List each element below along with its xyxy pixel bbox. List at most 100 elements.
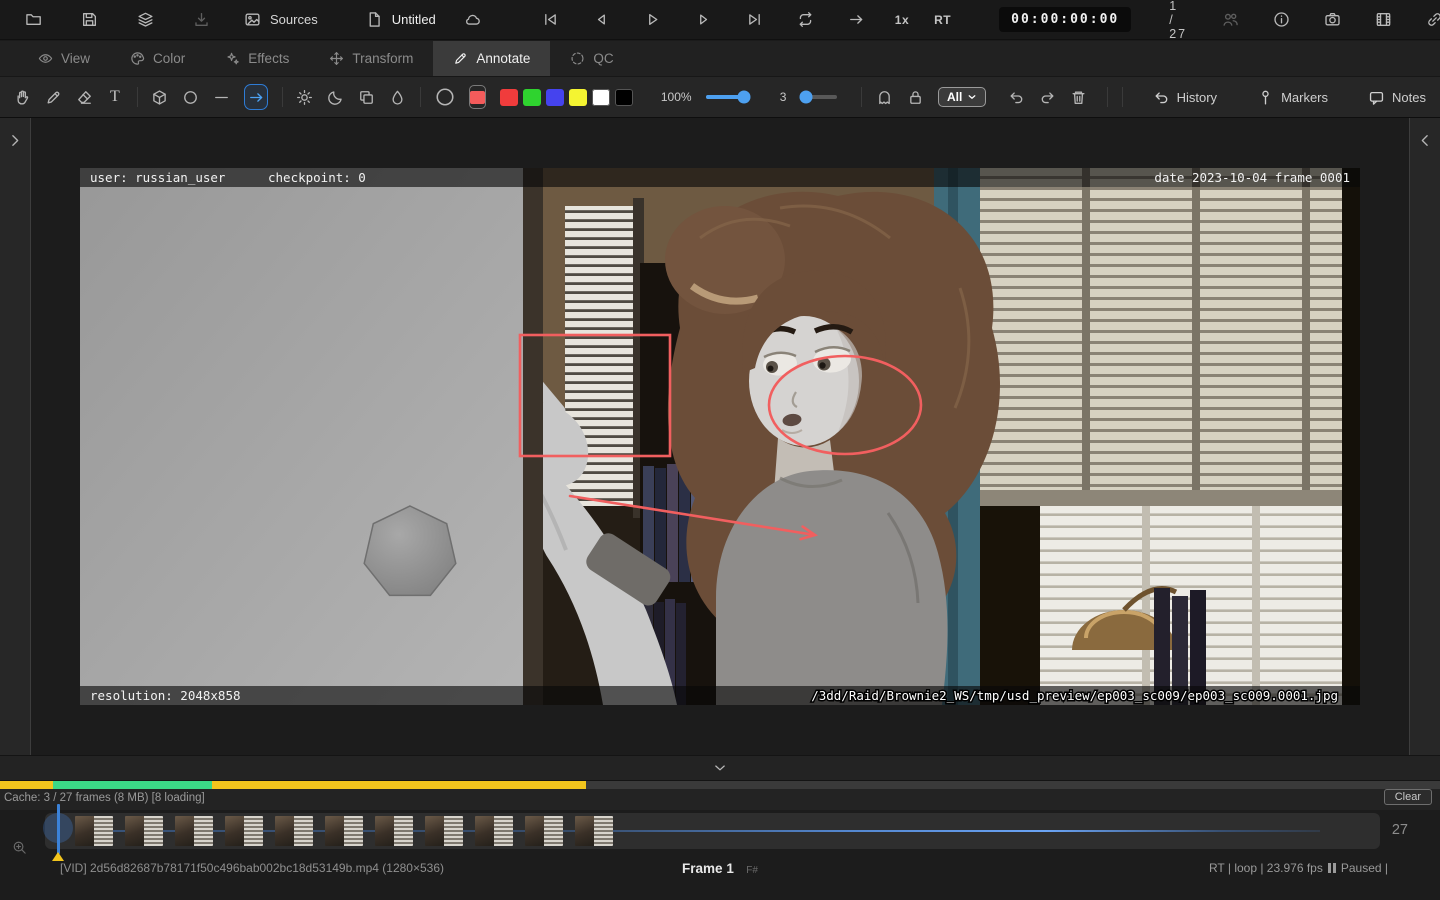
open-folder-button[interactable]	[20, 7, 46, 33]
tab-color[interactable]: Color	[110, 41, 205, 76]
color-swatch-2[interactable]	[545, 88, 564, 106]
notes-button[interactable]: Notes	[1368, 89, 1426, 106]
shape-tool-button[interactable]	[151, 85, 168, 109]
layers-button[interactable]	[132, 7, 158, 33]
selected-color-swatch[interactable]	[468, 85, 486, 109]
speed-indicator[interactable]: 1x	[895, 13, 909, 27]
timeline-thumbnail[interactable]	[425, 816, 463, 846]
chevron-left-icon[interactable]	[1417, 132, 1434, 149]
color-ring-button[interactable]	[435, 85, 455, 109]
timeline-thumbnail[interactable]	[375, 816, 413, 846]
brush-size-slider[interactable]	[799, 90, 838, 104]
playhead-flag[interactable]	[52, 852, 64, 861]
timeline-strip[interactable]	[45, 813, 1380, 849]
timeline-thumbnail[interactable]	[75, 816, 113, 846]
skip-start-icon	[545, 14, 557, 25]
tab-annotate[interactable]: Annotate	[433, 41, 551, 76]
eye-icon	[38, 54, 53, 63]
step-back-icon	[598, 14, 606, 25]
top-toolbar: Sources Untitled 1x RT 00:00:00:00 1 / 2…	[0, 0, 1440, 41]
color-swatch-1[interactable]	[522, 88, 541, 106]
text-tool-button[interactable]: T	[107, 85, 123, 109]
skip-to-end-button[interactable]	[742, 7, 768, 33]
skip-to-start-button[interactable]	[538, 7, 564, 33]
move-icon	[330, 52, 344, 65]
copy-icon	[360, 90, 374, 104]
timeline-thumbnail[interactable]	[575, 816, 613, 846]
opacity-label: 100%	[660, 90, 692, 104]
duplicate-button[interactable]	[358, 85, 375, 109]
timeline-thumbnail[interactable]	[275, 816, 313, 846]
paused-label: Paused |	[1340, 861, 1388, 875]
tab-effects[interactable]: Effects	[205, 41, 309, 76]
frame-counter: 1 / 27	[1169, 0, 1188, 41]
delete-annotation-button[interactable]	[1070, 85, 1087, 109]
loop-mode-button[interactable]	[793, 7, 819, 33]
markers-label: Markers	[1281, 89, 1329, 105]
divider	[861, 87, 862, 107]
divider	[136, 87, 138, 107]
arrow-tool-button[interactable]	[244, 84, 268, 110]
tab-transform[interactable]: Transform	[309, 41, 433, 76]
color-swatch-4[interactable]	[591, 88, 610, 106]
filmstrip-button[interactable]	[1370, 7, 1396, 33]
zoom-tool-icon[interactable]	[12, 840, 27, 855]
cloud-sync-button[interactable]	[460, 7, 486, 33]
timeline-thumbnail[interactable]	[175, 816, 213, 846]
media-canvas[interactable]: user: russian_user checkpoint: 0 date 20…	[80, 168, 1360, 705]
timeline-thumbnail[interactable]	[125, 816, 163, 846]
line-tool-button[interactable]	[213, 85, 230, 109]
undo-button[interactable]	[1008, 85, 1025, 109]
step-back-button[interactable]	[589, 7, 615, 33]
color-swatch-0[interactable]	[499, 88, 518, 106]
download-button[interactable]	[188, 7, 214, 33]
annotation-filter-select[interactable]: All	[937, 87, 987, 107]
fill-button[interactable]	[389, 85, 406, 109]
tab-color-label: Color	[153, 51, 186, 66]
ghost-annotations-button[interactable]	[876, 85, 893, 109]
share-link-button[interactable]	[1421, 7, 1440, 33]
chevron-down-icon[interactable]	[712, 760, 728, 776]
play-direction-button[interactable]	[844, 7, 870, 33]
step-forward-button[interactable]	[691, 7, 717, 33]
timeline-thumbnail[interactable]	[475, 816, 513, 846]
collaborators-button[interactable]	[1217, 7, 1243, 33]
tab-view[interactable]: View	[18, 41, 110, 76]
save-button[interactable]	[76, 7, 102, 33]
ellipse-tool-button[interactable]	[182, 85, 199, 109]
info-button[interactable]	[1268, 7, 1294, 33]
lock-annotations-button[interactable]	[907, 85, 924, 109]
sources-button[interactable]: Sources	[244, 7, 318, 33]
opacity-slider[interactable]	[705, 90, 750, 104]
markers-button[interactable]: Markers	[1257, 89, 1328, 106]
palette-icon	[131, 52, 145, 65]
document-tab[interactable]: Untitled	[366, 7, 436, 33]
chevron-down-icon	[968, 95, 976, 99]
timeline-thumbnail[interactable]	[325, 816, 363, 846]
chevron-right-icon[interactable]	[7, 132, 24, 149]
frame-mode-label[interactable]: F#	[746, 865, 758, 876]
tab-qc[interactable]: QC	[550, 41, 633, 76]
document-title: Untitled	[391, 12, 436, 27]
redo-button[interactable]	[1039, 85, 1056, 109]
history-button[interactable]: History	[1153, 89, 1217, 106]
arrow-right-icon	[850, 15, 863, 24]
eraser-tool-button[interactable]	[76, 85, 93, 109]
snapshot-button[interactable]	[1319, 7, 1345, 33]
play-button[interactable]	[640, 7, 666, 33]
divider	[1107, 87, 1108, 107]
clear-cache-button[interactable]: Clear	[1383, 789, 1432, 805]
timeline[interactable]: 27	[0, 810, 1440, 852]
realtime-indicator[interactable]: RT	[934, 13, 951, 27]
color-palette	[499, 88, 633, 106]
darken-button[interactable]	[327, 85, 344, 109]
draw-tool-button[interactable]	[45, 85, 62, 109]
brightness-button[interactable]	[296, 85, 313, 109]
overlay-date-frame: date 2023-10-04 frame 0001	[1154, 170, 1350, 185]
timeline-thumbnail[interactable]	[525, 816, 563, 846]
color-swatch-3[interactable]	[568, 88, 587, 106]
pan-tool-button[interactable]	[14, 85, 31, 109]
color-swatch-5[interactable]	[614, 88, 633, 106]
timeline-thumbnail[interactable]	[225, 816, 263, 846]
playhead[interactable]	[57, 804, 60, 854]
